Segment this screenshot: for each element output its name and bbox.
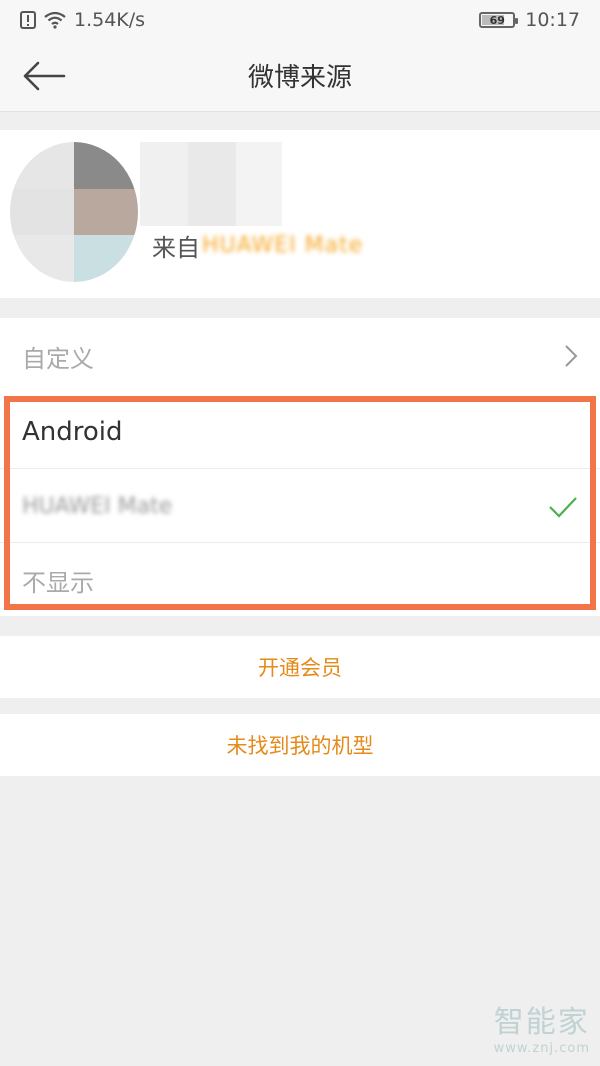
option-device[interactable]: HUAWEI Mate — [0, 468, 600, 544]
model-not-found-label: 未找到我的机型 — [226, 734, 374, 758]
nav-bar: 微博来源 — [0, 40, 600, 112]
net-speed: 1.54K/s — [74, 9, 146, 31]
option-label: HUAWEI Mate — [22, 494, 173, 519]
watermark-url: www.znj.com — [493, 1041, 590, 1056]
model-not-found-button[interactable]: 未找到我的机型 — [0, 714, 600, 776]
source-device: HUAWEI Mate — [202, 233, 364, 258]
watermark-logo: 智能家 www.znj.com — [494, 997, 590, 1056]
status-bar: 1.54K/s 69 10:17 — [0, 0, 600, 40]
option-label: 不显示 — [22, 569, 94, 597]
notification-icon — [20, 11, 36, 29]
profile-preview: 来自 HUAWEI Mate — [0, 130, 600, 298]
battery-level: 69 — [489, 13, 505, 27]
custom-label: 自定义 — [22, 344, 94, 373]
watermark-brand: 智能家 — [493, 1005, 590, 1040]
source-prefix: 来自 — [152, 234, 200, 262]
blurred-username — [140, 142, 188, 226]
option-label: Android — [22, 417, 123, 447]
back-button[interactable] — [22, 56, 70, 96]
open-vip-button[interactable]: 开通会员 — [0, 636, 600, 698]
wifi-icon — [44, 11, 66, 29]
avatar — [10, 142, 138, 282]
checkmark-icon — [549, 496, 577, 518]
open-vip-label: 开通会员 — [258, 656, 342, 680]
arrow-left-icon — [23, 61, 66, 91]
custom-row[interactable]: 自定义 — [0, 318, 600, 394]
option-android[interactable]: Android — [0, 394, 600, 470]
battery-icon: 69 — [479, 12, 519, 28]
page-title: 微博来源 — [247, 63, 352, 93]
option-hide[interactable]: 不显示 — [0, 542, 600, 618]
chevron-right-icon — [565, 345, 578, 367]
clock: 10:17 — [525, 9, 580, 31]
source-options-list: Android HUAWEI Mate 不显示 — [0, 394, 600, 616]
source-line: 来自 HUAWEI Mate — [152, 228, 363, 263]
